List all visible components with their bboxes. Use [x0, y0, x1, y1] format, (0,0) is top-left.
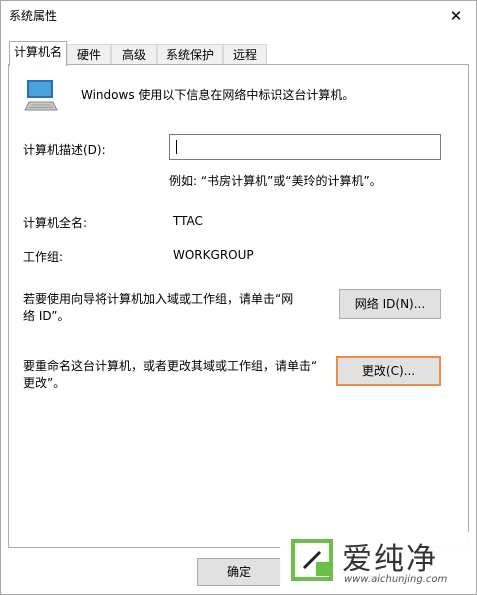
full-name-label: 计算机全名:	[23, 216, 88, 230]
tab-hardware[interactable]: 硬件	[67, 44, 111, 64]
title-bar: 系统属性 ✕	[1, 1, 476, 31]
change-button[interactable]: 更改(C)...	[336, 356, 441, 386]
workgroup-value: WORKGROUP	[173, 248, 254, 262]
computer-monitor-icon	[24, 80, 58, 111]
tab-system-protection[interactable]: 系统保护	[157, 44, 223, 64]
intro-text: Windows 使用以下信息在网络中标识这台计算机。	[81, 88, 355, 102]
tab-remote[interactable]: 远程	[223, 44, 267, 64]
text-caret	[176, 140, 177, 154]
change-hint-line2: 更改”。	[23, 376, 66, 390]
watermark-logo-icon	[291, 539, 333, 581]
full-name-value: TTAC	[173, 214, 203, 228]
network-id-button[interactable]: 网络 ID(N)...	[339, 289, 441, 319]
system-properties-window: 系统属性 ✕ 计算机名 硬件 高级 系统保护 远程 Windows 使用以下信息…	[0, 0, 477, 595]
window-title: 系统属性	[9, 9, 58, 23]
workgroup-label: 工作组:	[23, 250, 64, 264]
computer-description-input[interactable]	[169, 134, 441, 160]
tab-computer-name[interactable]: 计算机名	[9, 41, 67, 66]
close-icon[interactable]: ✕	[436, 1, 476, 31]
watermark-url: www.aichunjing.com	[344, 574, 448, 585]
change-hint-line1: 要重命名这台计算机，或者更改其域或工作组，请单击“	[23, 359, 318, 373]
ok-button[interactable]: 确定	[197, 558, 281, 586]
tab-advanced[interactable]: 高级	[111, 44, 157, 64]
watermark-brand: 爱纯净	[342, 542, 438, 577]
description-label: 计算机描述(D):	[23, 143, 106, 157]
watermark: 爱纯净 www.aichunjing.com	[280, 532, 476, 594]
network-id-hint-line1: 若要使用向导将计算机加入域或工作组，请单击“网	[23, 292, 294, 306]
description-example: 例如: “书房计算机”或“美玲的计算机”。	[169, 174, 382, 188]
network-id-hint-line2: 络 ID”。	[23, 309, 70, 323]
